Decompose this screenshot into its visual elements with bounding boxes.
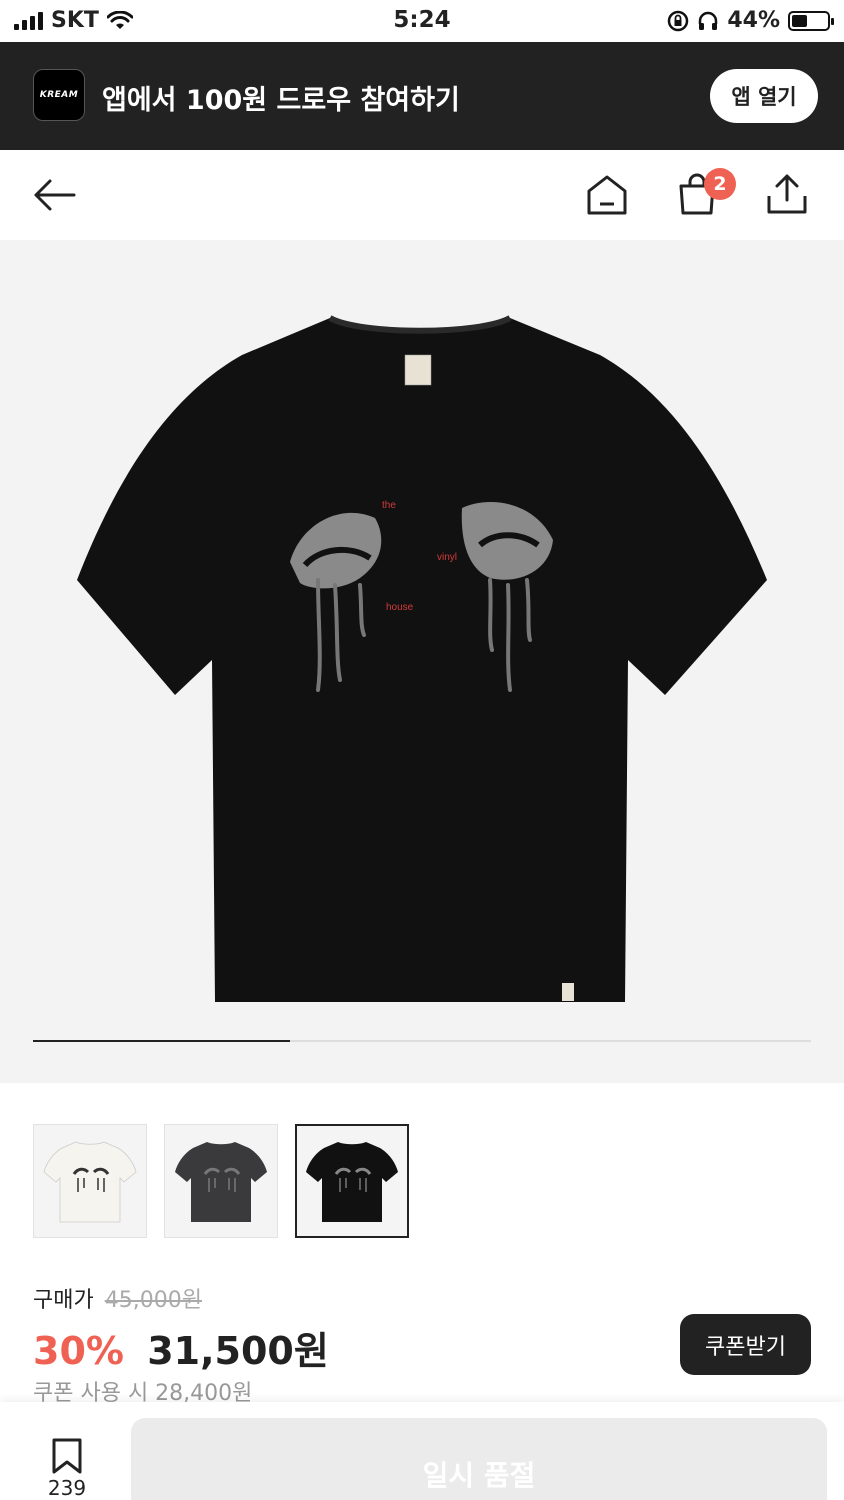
print-word-vinyl: vinyl xyxy=(437,552,457,563)
status-right: 44% xyxy=(667,8,834,33)
banner-text: 앱에서 100원 드로우 참여하기 xyxy=(102,85,460,116)
purchase-price-label: 구매가 45,000원 xyxy=(33,1282,202,1314)
rotation-lock-icon xyxy=(668,10,689,31)
discount-rate: 30% xyxy=(33,1329,124,1373)
print-word-the: the xyxy=(382,500,396,511)
sale-price: 31,500원 xyxy=(147,1329,329,1373)
shirt-white-image xyxy=(43,1141,137,1223)
product-image-carousel[interactable]: the vinyl house xyxy=(0,240,844,1083)
back-arrow-icon[interactable] xyxy=(30,175,78,215)
get-coupon-button[interactable]: 쿠폰받기 xyxy=(680,1314,811,1375)
thumbnail-charcoal[interactable] xyxy=(164,1124,278,1238)
battery-percent: 44% xyxy=(727,8,780,33)
app-banner: KREAM 앱에서 100원 드로우 참여하기 앱 열기 xyxy=(0,42,844,150)
bottom-action-bar: 239 일시 품절 xyxy=(0,1402,844,1500)
cart-count-badge: 2 xyxy=(704,168,736,200)
print-word-house: house xyxy=(386,602,414,613)
headphones-icon xyxy=(699,11,718,30)
shirt-black-image xyxy=(306,1142,398,1222)
sale-price-row: 30% 31,500원 xyxy=(33,1320,329,1375)
carousel-progress-fill xyxy=(33,1040,290,1042)
soldout-button[interactable]: 일시 품절 xyxy=(131,1418,827,1500)
share-icon[interactable] xyxy=(765,172,809,216)
status-bar: SKT 5:24 44% xyxy=(0,0,844,42)
bookmark-icon xyxy=(52,1438,82,1474)
price-label-text: 구매가 xyxy=(33,1288,94,1313)
product-image: the vinyl house xyxy=(77,315,767,1002)
shirt-charcoal-image xyxy=(175,1142,267,1222)
thumbnail-black[interactable] xyxy=(295,1124,409,1238)
open-app-button[interactable]: 앱 열기 xyxy=(710,69,818,123)
wishlist-count: 239 xyxy=(47,1476,87,1500)
kream-logo: KREAM xyxy=(33,69,85,121)
carousel-progress-track xyxy=(33,1040,811,1042)
home-icon[interactable] xyxy=(585,173,629,217)
thumbnail-white[interactable] xyxy=(33,1124,147,1238)
original-price: 45,000원 xyxy=(104,1288,202,1313)
wishlist-button[interactable]: 239 xyxy=(30,1438,104,1500)
thumbnail-list xyxy=(33,1124,409,1238)
battery-icon xyxy=(788,10,834,31)
